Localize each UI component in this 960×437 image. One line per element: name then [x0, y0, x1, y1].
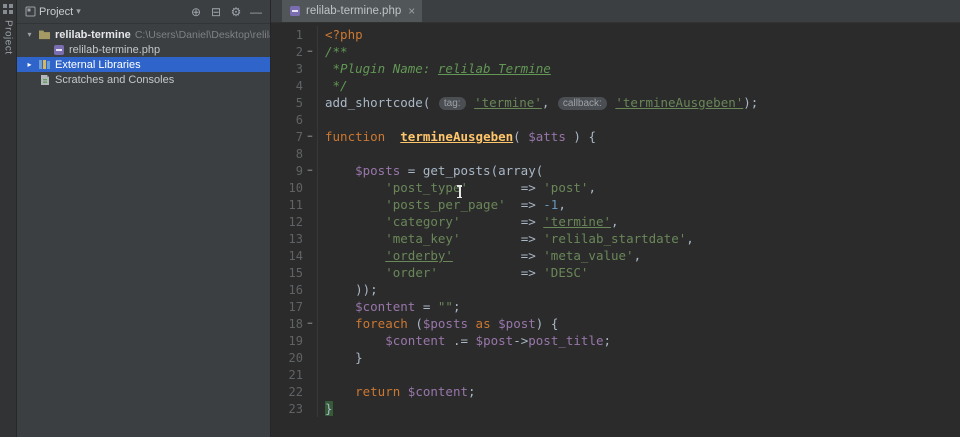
- line-number[interactable]: 6: [271, 111, 317, 128]
- tool-window-bar: Project: [0, 0, 17, 437]
- code-line[interactable]: $content = "";: [325, 298, 960, 315]
- code-line[interactable]: [325, 145, 960, 162]
- window-menu-icon[interactable]: [3, 4, 13, 14]
- code-line[interactable]: $content .= $post->post_title;: [325, 332, 960, 349]
- line-number[interactable]: 14: [271, 247, 317, 264]
- line-number[interactable]: 19: [271, 332, 317, 349]
- project-panel-header: Project ▾ ⊕ ⊟ ⚙ —: [17, 0, 270, 24]
- code-line[interactable]: [325, 366, 960, 383]
- tool-window-project-button[interactable]: Project: [3, 20, 14, 55]
- line-number[interactable]: 7−: [271, 128, 317, 145]
- code-line[interactable]: <?php: [325, 26, 960, 43]
- line-number[interactable]: 21: [271, 366, 317, 383]
- code-area[interactable]: <?php/** *Plugin Name: relilab Termine *…: [317, 26, 960, 417]
- chevron-down-icon[interactable]: ▾: [25, 30, 34, 39]
- code-line[interactable]: 'order' => 'DESC': [325, 264, 960, 281]
- line-number[interactable]: 18−: [271, 315, 317, 332]
- code-line[interactable]: 'post_type' => 'post',: [325, 179, 960, 196]
- code-line[interactable]: $posts = get_posts(array(: [325, 162, 960, 179]
- hide-panel-icon[interactable]: —: [248, 4, 264, 20]
- line-number[interactable]: 8: [271, 145, 317, 162]
- line-number[interactable]: 22: [271, 383, 317, 400]
- code-line[interactable]: /**: [325, 43, 960, 60]
- code-line[interactable]: 'category' => 'termine',: [325, 213, 960, 230]
- locate-file-icon[interactable]: ⊕: [188, 4, 204, 20]
- settings-icon[interactable]: ⚙: [228, 4, 244, 20]
- code-line[interactable]: ));: [325, 281, 960, 298]
- editor-tab-bar: relilab-termine.php ×: [271, 0, 960, 23]
- fold-marker-icon[interactable]: −: [303, 319, 317, 329]
- php-file-icon: [54, 44, 64, 55]
- collapse-all-icon[interactable]: ⊟: [208, 4, 224, 20]
- tab-label: relilab-termine.php: [306, 5, 402, 17]
- line-number[interactable]: 2−: [271, 43, 317, 60]
- code-line[interactable]: *Plugin Name: relilab Termine: [325, 60, 960, 77]
- tree-item-label: relilab-termine.php: [69, 43, 161, 56]
- chevron-down-icon: ▾: [76, 6, 81, 16]
- scratches-icon: [41, 74, 49, 85]
- project-tool-icon: [25, 6, 36, 17]
- project-tree: ▾ relilab-termine C:\Users\Daniel\Deskto…: [17, 24, 270, 87]
- code-line[interactable]: function termineAusgeben( $atts ) {: [325, 128, 960, 145]
- folder-icon: [39, 30, 50, 40]
- code-line[interactable]: 'posts_per_page' => -1,: [325, 196, 960, 213]
- line-number[interactable]: 20: [271, 349, 317, 366]
- tree-item-label: Scratches and Consoles: [55, 73, 175, 86]
- editor-body: 1 2−3 4 5 6 7−8 9−10 11 12 13 14 15 16 17 18−19 20 21 22 2…: [271, 23, 960, 417]
- line-number[interactable]: 16: [271, 281, 317, 298]
- code-line[interactable]: }: [325, 400, 960, 417]
- gutter[interactable]: 1 2−3 4 5 6 7−8 9−10 11 12 13 14 15 16 17 18−19 20 21 22 2…: [271, 26, 317, 417]
- project-panel-title: Project: [39, 5, 74, 18]
- fold-marker-icon[interactable]: −: [303, 166, 317, 176]
- tree-item-php-file[interactable]: relilab-termine.php: [17, 42, 270, 57]
- parameter-hint: callback:: [557, 97, 607, 110]
- line-number[interactable]: 1: [271, 26, 317, 43]
- tree-item-project-root[interactable]: ▾ relilab-termine C:\Users\Daniel\Deskto…: [17, 27, 270, 42]
- line-number[interactable]: 17: [271, 298, 317, 315]
- line-number[interactable]: 11: [271, 196, 317, 213]
- tree-item-label: relilab-termine: [55, 28, 131, 41]
- line-number[interactable]: 13: [271, 230, 317, 247]
- line-number[interactable]: 23: [271, 400, 317, 417]
- tree-item-scratches[interactable]: Scratches and Consoles: [17, 72, 270, 87]
- line-number[interactable]: 3: [271, 60, 317, 77]
- line-number[interactable]: 5: [271, 94, 317, 111]
- tree-item-label: External Libraries: [55, 58, 141, 71]
- fold-marker-icon[interactable]: −: [303, 47, 317, 57]
- code-line[interactable]: return $content;: [325, 383, 960, 400]
- libraries-icon: [39, 60, 50, 69]
- parameter-hint: tag:: [438, 97, 466, 110]
- code-line[interactable]: [325, 111, 960, 128]
- tree-item-path: C:\Users\Daniel\Desktop\relilab\relilab-…: [134, 28, 270, 41]
- close-icon[interactable]: ×: [408, 4, 415, 18]
- code-line[interactable]: 'meta_key' => 'relilab_startdate',: [325, 230, 960, 247]
- fold-marker-icon[interactable]: −: [303, 132, 317, 142]
- chevron-right-icon[interactable]: ▸: [25, 60, 34, 69]
- line-number[interactable]: 4: [271, 77, 317, 94]
- editor: relilab-termine.php × 1 2−3 4 5 6 7−8 9−10 11 12…: [271, 0, 960, 437]
- code-line[interactable]: 'orderby' => 'meta_value',: [325, 247, 960, 264]
- project-view-dropdown[interactable]: Project ▾: [25, 6, 81, 18]
- code-line[interactable]: foreach ($posts as $post) {: [325, 315, 960, 332]
- project-panel: Project ▾ ⊕ ⊟ ⚙ — ▾ relilab-termine C:\U…: [17, 0, 270, 437]
- tab-relilab-termine[interactable]: relilab-termine.php ×: [282, 0, 423, 22]
- line-number[interactable]: 10: [271, 179, 317, 196]
- line-number[interactable]: 15: [271, 264, 317, 281]
- code-line[interactable]: add_shortcode( tag: 'termine', callback:…: [325, 94, 960, 111]
- php-file-icon: [290, 6, 300, 16]
- line-number[interactable]: 12: [271, 213, 317, 230]
- code-line[interactable]: */: [325, 77, 960, 94]
- code-line[interactable]: }: [325, 349, 960, 366]
- line-number[interactable]: 9−: [271, 162, 317, 179]
- tree-item-external-libraries[interactable]: ▸ External Libraries: [17, 57, 270, 72]
